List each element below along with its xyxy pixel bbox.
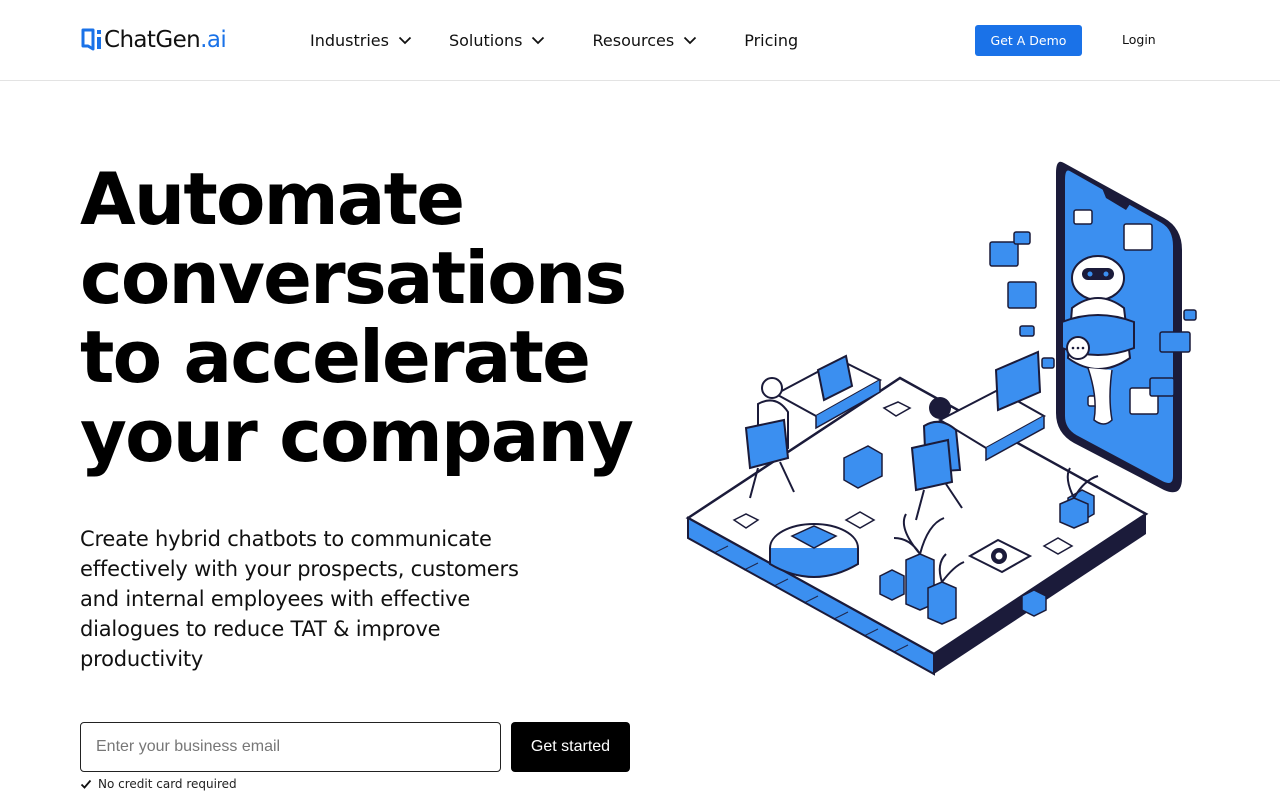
nav-pricing-label: Pricing: [744, 30, 799, 50]
hero-illustration: [685, 161, 1197, 676]
hero-headline: Automate conversations to accelerate you…: [80, 157, 634, 478]
brand-domain: .ai: [200, 27, 227, 53]
login-link[interactable]: Login: [1122, 32, 1156, 47]
chevron-down-icon: [398, 36, 412, 45]
hero-subtext: Create hybrid chatbots to communicate ef…: [80, 527, 519, 671]
nav-pricing[interactable]: Pricing: [744, 28, 798, 52]
nav-resources[interactable]: Resources: [592, 28, 698, 52]
business-email-input[interactable]: [80, 722, 501, 772]
chevron-down-icon: [684, 36, 697, 45]
phone-illustration: [1056, 161, 1182, 493]
brand-wordmark: ChatGen .ai: [104, 27, 227, 53]
nav-resources-label: Resources: [592, 30, 675, 50]
nav-solutions-label: Solutions: [448, 30, 523, 50]
checkmark-icon: [80, 779, 92, 789]
chevron-down-icon: [532, 36, 545, 45]
brand-logo[interactable]: ChatGen .ai: [80, 26, 227, 54]
chat-bubble-logo-icon: [81, 28, 101, 51]
nav-industries[interactable]: Industries: [310, 28, 413, 52]
main-nav: Industries Solutions Resources Pricing: [310, 28, 798, 52]
get-demo-button[interactable]: Get A Demo: [975, 25, 1082, 56]
no-credit-card-note: No credit card required: [80, 777, 237, 791]
nav-solutions[interactable]: Solutions: [449, 28, 547, 52]
brand-name: ChatGen: [104, 27, 201, 53]
site-header: ChatGen .ai Industries Solutions Resource…: [0, 0, 1280, 81]
nav-industries-label: Industries: [310, 30, 389, 50]
no-credit-card-text: No credit card required: [98, 777, 237, 791]
get-started-button[interactable]: Get started: [511, 722, 630, 772]
